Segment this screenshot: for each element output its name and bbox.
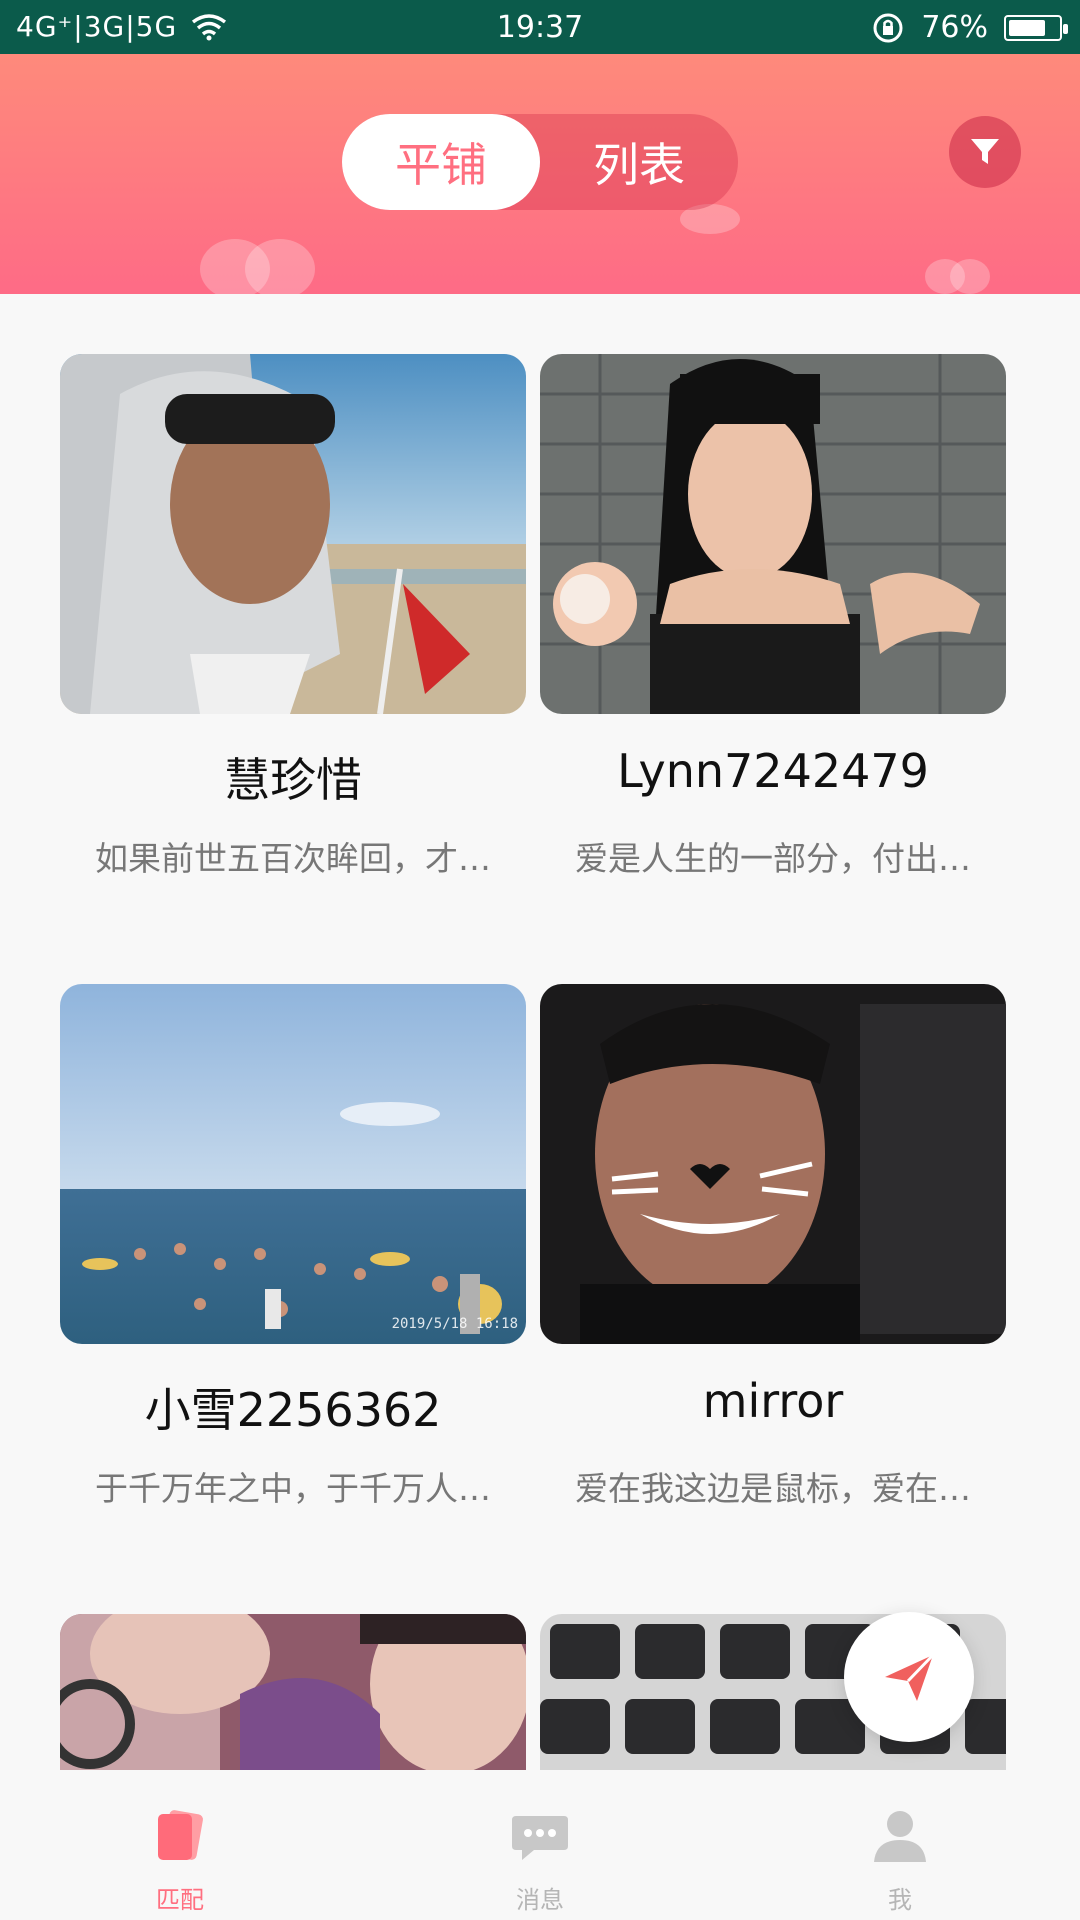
profile-photo bbox=[540, 354, 1006, 714]
rotation-lock-icon bbox=[873, 13, 903, 42]
profile-name: Lynn7242479 bbox=[617, 744, 929, 798]
profile-bio: 如果前世五百次眸回，才… bbox=[95, 839, 491, 878]
tab-messages[interactable]: 消息 bbox=[440, 1770, 640, 1920]
profile-bio: 爱在我这边是鼠标，爱在… bbox=[575, 1469, 971, 1508]
status-bar: 4G⁺|3G|5G 19:37 76% bbox=[0, 0, 1080, 54]
decorative-heart bbox=[950, 259, 990, 294]
profile-photo bbox=[60, 1614, 526, 1770]
battery-level bbox=[1009, 19, 1046, 36]
filter-icon bbox=[971, 139, 999, 164]
profile-photo: 2019/5/18 16:18 bbox=[60, 984, 526, 1344]
chat-bubble-icon bbox=[512, 1816, 568, 1860]
cards-icon bbox=[158, 1810, 203, 1860]
send-icon bbox=[885, 1653, 935, 1701]
tab-me[interactable]: 我 bbox=[800, 1770, 1000, 1920]
tab-label: 我 bbox=[888, 1886, 912, 1914]
bottom-tab-bar: 匹配 消息 我 bbox=[0, 1770, 1080, 1920]
photo-date-stamp: 2019/5/18 16:18 bbox=[391, 1316, 518, 1332]
profile-card[interactable]: 慧珍惜 如果前世五百次眸回，才… bbox=[60, 354, 526, 914]
profile-photo bbox=[540, 984, 1006, 1344]
tab-match[interactable]: 匹配 bbox=[80, 1770, 280, 1920]
header: 平铺 列表 bbox=[0, 54, 1080, 294]
filter-button[interactable] bbox=[949, 116, 1021, 188]
profile-card[interactable]: Lynn7242479 爱是人生的一部分，付出… bbox=[540, 354, 1006, 914]
battery-percent: 76% bbox=[921, 10, 988, 45]
decorative-heart bbox=[245, 239, 315, 294]
profile-card[interactable] bbox=[60, 1614, 526, 1770]
profile-photo bbox=[60, 354, 526, 714]
battery-icon bbox=[1004, 14, 1068, 41]
tab-list-view[interactable]: 列表 bbox=[540, 114, 738, 210]
profile-card[interactable]: mirror 爱在我这边是鼠标，爱在… bbox=[540, 984, 1006, 1544]
tab-label: 消息 bbox=[516, 1886, 564, 1914]
profile-name: mirror bbox=[702, 1374, 844, 1428]
profile-bio: 于千万年之中，于千万人… bbox=[95, 1469, 491, 1508]
profile-name: 慧珍惜 bbox=[224, 753, 362, 807]
profile-card[interactable]: 2019/5/18 16:18 小雪2256362 于千万年之中，于千万人… bbox=[60, 984, 526, 1544]
profile-name: 小雪2256362 bbox=[144, 1383, 442, 1437]
view-mode-toggle: 平铺 列表 bbox=[342, 114, 738, 210]
send-button[interactable] bbox=[844, 1612, 974, 1742]
profile-bio: 爱是人生的一部分，付出… bbox=[575, 839, 971, 878]
tab-tile-view[interactable]: 平铺 bbox=[342, 114, 540, 210]
person-icon bbox=[874, 1811, 926, 1862]
tab-label: 匹配 bbox=[156, 1886, 204, 1914]
